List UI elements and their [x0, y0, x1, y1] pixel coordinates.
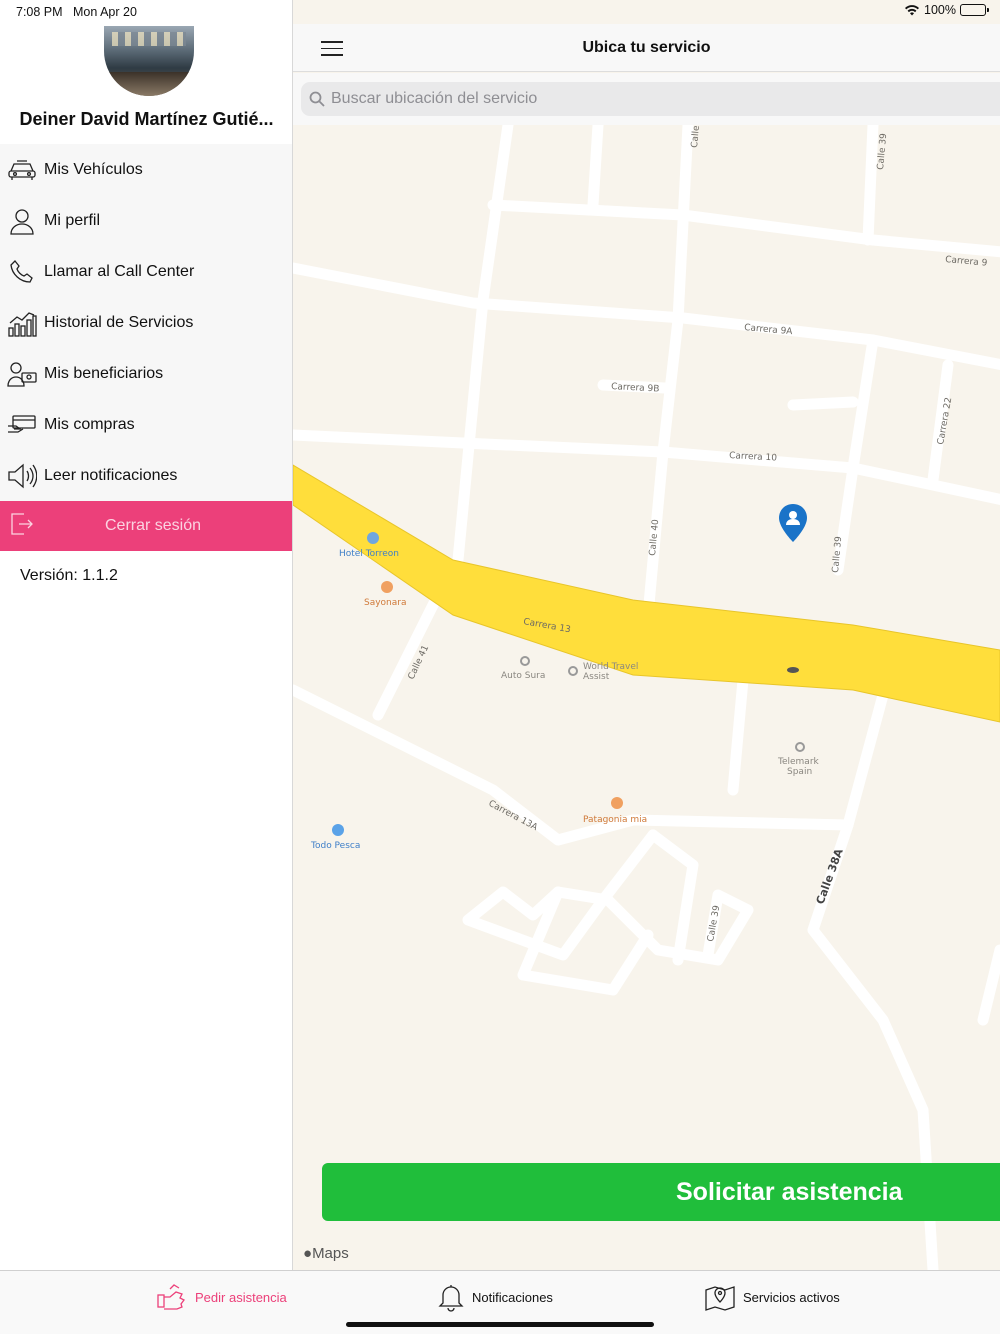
maps-attribution: ●Maps [303, 1245, 349, 1262]
poi-world-travel[interactable]: World Travel [583, 662, 638, 672]
search-bar [293, 73, 1000, 125]
status-time: 7:08 PM [16, 5, 63, 19]
menu-list: Mis Vehículos Mi perfil Llamar al Call C… [0, 144, 292, 551]
user-name: Deiner David Martínez Gutié... [19, 109, 274, 129]
menu-item-call-center[interactable]: Llamar al Call Center [0, 246, 292, 297]
status-bar: 7:08 PM Mon Apr 20 100% [0, 0, 1000, 24]
poi-patagonia[interactable]: Patagonia mia [583, 815, 647, 825]
logout-label: Cerrar sesión [104, 517, 202, 534]
menu-item-notificaciones[interactable]: Leer notificaciones [0, 450, 292, 501]
menu-item-vehiculos[interactable]: Mis Vehículos [0, 144, 292, 195]
menu-label: Mi perfil [44, 211, 101, 229]
menu-item-perfil[interactable]: Mi perfil [0, 195, 292, 246]
tab-label: Notificaciones [472, 1289, 553, 1305]
search-input[interactable] [331, 90, 931, 108]
speaker-icon [7, 461, 37, 491]
poi-world-travel-line2: Assist [583, 672, 610, 682]
tab-pedir-asistencia[interactable]: Pedir asistencia [157, 1281, 287, 1313]
battery-icon [960, 4, 989, 16]
page-title: Ubica tu servicio [582, 39, 711, 56]
main-panel: Ubica tu servicio Buscar ubicación del s… [293, 0, 1000, 1270]
menu-label: Mis beneficiarios [44, 364, 164, 382]
status-date: Mon Apr 20 [73, 5, 137, 19]
bell-icon [438, 1285, 464, 1312]
user-icon [7, 206, 37, 236]
menu-label: Leer notificaciones [44, 466, 178, 484]
poi-sayonara[interactable]: Sayonara [364, 598, 407, 608]
phone-icon [7, 257, 37, 287]
menu-label: Mis Vehículos [44, 160, 143, 178]
wifi-icon [905, 5, 920, 16]
avatar[interactable] [104, 26, 194, 96]
location-pin-icon[interactable] [777, 502, 809, 550]
menu-label: Llamar al Call Center [44, 262, 195, 280]
search-field[interactable] [301, 82, 1000, 116]
beneficiaries-icon [7, 359, 37, 389]
chart-icon [7, 308, 37, 338]
search-icon [309, 91, 325, 107]
nav-bar: Ubica tu servicio [293, 24, 1000, 72]
tab-label: Servicios activos [743, 1289, 840, 1305]
menu-label: Mis compras [44, 415, 135, 433]
battery-percent: 100% [924, 3, 956, 17]
poi-telemark[interactable]: Telemark [777, 757, 820, 767]
map-pin-icon [705, 1286, 735, 1311]
poi-auto-sura[interactable]: Auto Sura [501, 671, 545, 681]
maps-attribution-label: Maps [312, 1245, 349, 1262]
logout-button[interactable]: Cerrar sesión [0, 501, 292, 551]
poi-todo-pesca[interactable]: Todo Pesca [310, 841, 360, 851]
app-version: Versión: 1.1.2 [20, 567, 118, 584]
poi-telemark-line2: Spain [787, 767, 812, 777]
tab-notificaciones[interactable]: Notificaciones [438, 1281, 553, 1313]
home-indicator [346, 1322, 654, 1327]
purchases-icon [7, 410, 37, 440]
side-menu: Deiner David Martínez Gutié... Mis Vehíc… [0, 0, 293, 1270]
map-view[interactable]: Carrera 9 Carrera 9A Carrera 9B Carrera … [293, 125, 1000, 1270]
assistance-icon [157, 1284, 185, 1310]
menu-item-beneficiarios[interactable]: Mis beneficiarios [0, 348, 292, 399]
request-assistance-button[interactable]: Solicitar asistencia [322, 1163, 1000, 1221]
tab-label: Pedir asistencia [195, 1289, 287, 1305]
apple-icon: ● [303, 1245, 313, 1262]
logout-icon [10, 512, 34, 541]
menu-label: Historial de Servicios [44, 313, 194, 331]
map-label: Calle [690, 125, 702, 148]
menu-item-historial[interactable]: Historial de Servicios [0, 297, 292, 348]
poi-hotel-torreon[interactable]: Hotel Torreon [339, 549, 399, 559]
menu-item-compras[interactable]: Mis compras [0, 399, 292, 450]
status-right: 100% [904, 3, 989, 17]
car-icon [7, 155, 37, 185]
tab-servicios-activos[interactable]: Servicios activos [705, 1281, 840, 1313]
